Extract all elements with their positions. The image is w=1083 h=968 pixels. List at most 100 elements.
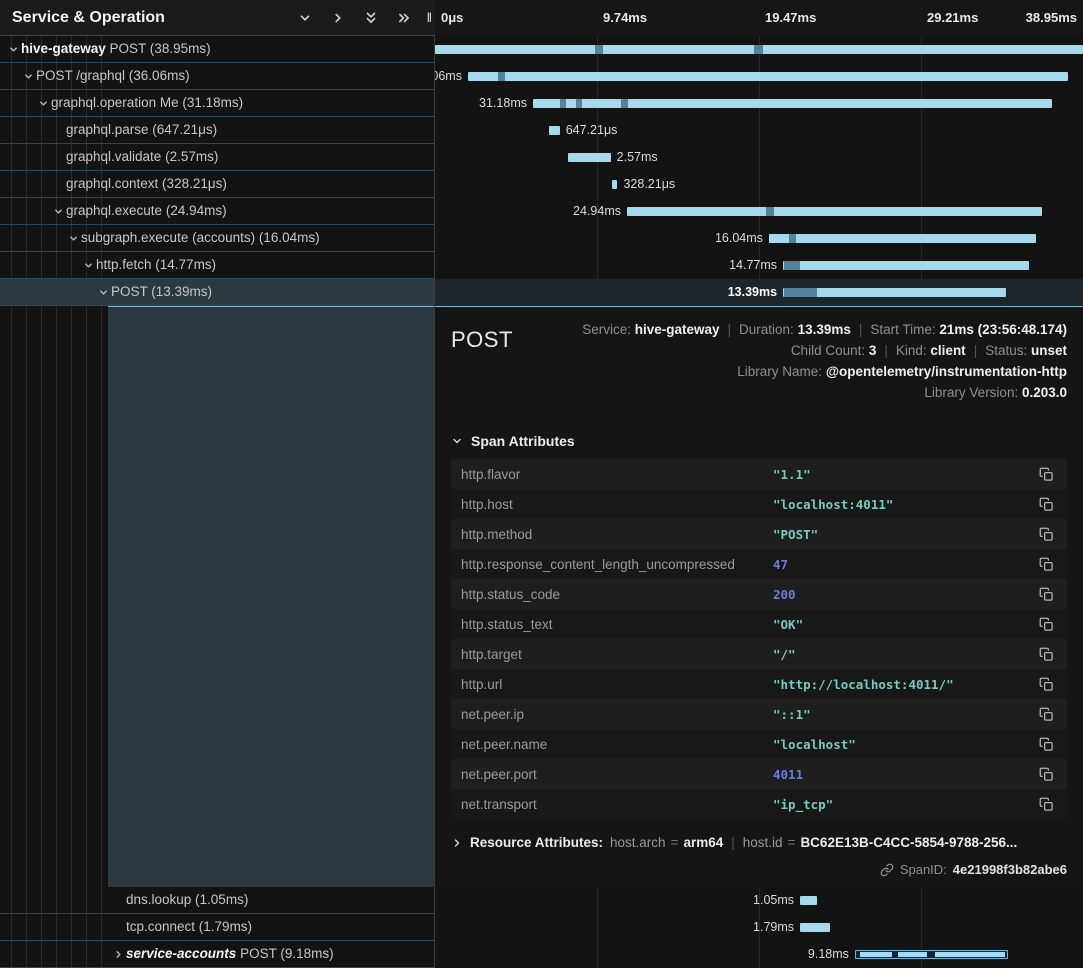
span-tree-cell[interactable]: subgraph.execute (accounts) (16.04ms)	[0, 225, 435, 252]
span-tree-cell[interactable]: graphql.operation Me (31.18ms)	[0, 90, 435, 117]
span-row[interactable]: graphql.execute (24.94ms)24.94ms	[0, 198, 1083, 225]
copy-button[interactable]	[1035, 613, 1057, 635]
copy-button[interactable]	[1035, 643, 1057, 665]
span-duration-bar[interactable]	[800, 923, 830, 932]
span-row[interactable]: service-accounts POST (9.18ms)9.18ms	[0, 941, 1083, 968]
resize-handle[interactable]: ‖	[427, 10, 435, 25]
span-bar-cell[interactable]: 2.57ms	[435, 144, 1083, 171]
double-chevron-right-icon[interactable]	[397, 11, 411, 25]
span-attributes-toggle[interactable]: Span Attributes	[451, 433, 1067, 449]
bar-segment	[860, 952, 892, 957]
span-row[interactable]: graphql.validate (2.57ms)2.57ms	[0, 144, 1083, 171]
chevron-down-icon[interactable]	[298, 11, 312, 25]
span-duration-bar[interactable]	[855, 950, 1008, 959]
span-bar-cell[interactable]: 9.18ms	[435, 941, 1083, 968]
copy-button[interactable]	[1035, 463, 1057, 485]
chevron-right-icon[interactable]	[113, 949, 124, 960]
span-bar-cell[interactable]: 13.39ms	[435, 279, 1083, 306]
chevron-down-icon[interactable]	[68, 233, 79, 244]
span-duration-bar[interactable]	[568, 153, 611, 162]
panel-title: Service & Operation	[0, 9, 298, 27]
span-tree-cell[interactable]: graphql.validate (2.57ms)	[0, 144, 435, 171]
attribute-value: "/"	[773, 647, 1035, 662]
span-duration-bar[interactable]	[783, 261, 1029, 270]
span-row[interactable]: POST /graphql (36.06ms)36.06ms	[0, 63, 1083, 90]
copy-button[interactable]	[1035, 763, 1057, 785]
chevron-right-icon[interactable]	[331, 11, 345, 25]
span-row[interactable]: graphql.parse (647.21μs)647.21μs	[0, 117, 1083, 144]
span-row[interactable]: tcp.connect (1.79ms)1.79ms	[0, 914, 1083, 941]
span-row[interactable]: POST (13.39ms)13.39ms	[0, 279, 1083, 306]
span-meta: Service: hive-gateway|Duration: 13.39ms|…	[582, 319, 1067, 403]
chevron-down-icon[interactable]	[53, 206, 64, 217]
meta-value: @opentelemetry/instrumentation-http	[826, 364, 1067, 379]
span-bar-cell[interactable]: 36.06ms	[435, 63, 1083, 90]
span-tree-cell[interactable]: graphql.parse (647.21μs)	[0, 117, 435, 144]
span-tree-cell[interactable]: graphql.execute (24.94ms)	[0, 198, 435, 225]
span-tree-cell[interactable]: dns.lookup (1.05ms)	[0, 887, 435, 914]
span-tree-cell[interactable]: hive-gateway POST (38.95ms)	[0, 36, 435, 63]
copy-button[interactable]	[1035, 673, 1057, 695]
span-label: dns.lookup (1.05ms)	[126, 892, 248, 907]
bar-mark	[754, 45, 762, 54]
span-tree-cell[interactable]: tcp.connect (1.79ms)	[0, 914, 435, 941]
span-row[interactable]: http.fetch (14.77ms) 14.77ms	[0, 252, 1083, 279]
resource-attributes-toggle[interactable]: Resource Attributes: host.arch=arm64|hos…	[451, 835, 1067, 850]
span-duration-bar[interactable]	[612, 180, 617, 189]
span-tree-cell[interactable]: service-accounts POST (9.18ms)	[0, 941, 435, 968]
chevron-down-icon[interactable]	[83, 260, 94, 271]
span-bar-cell[interactable]: 24.94ms	[435, 198, 1083, 225]
span-bar-cell[interactable]: 16.04ms	[435, 225, 1083, 252]
copy-button[interactable]	[1035, 583, 1057, 605]
span-row[interactable]: graphql.context (328.21μs)328.21μs	[0, 171, 1083, 198]
span-duration-bar[interactable]	[800, 896, 817, 905]
chevron-down-icon[interactable]	[98, 287, 109, 298]
span-duration-bar[interactable]	[435, 45, 1083, 54]
span-bar-cell[interactable]	[435, 36, 1083, 63]
attribute-value: "::1"	[773, 707, 1035, 722]
meta-key: Library Name:	[737, 364, 826, 379]
span-row[interactable]: dns.lookup (1.05ms) 1.05ms	[0, 887, 1083, 914]
chevron-down-icon[interactable]	[23, 71, 34, 82]
span-id-label: SpanID:	[900, 862, 947, 877]
span-bar-cell[interactable]: 328.21μs	[435, 171, 1083, 198]
span-bar-cell[interactable]: 14.77ms	[435, 252, 1083, 279]
link-icon[interactable]	[880, 863, 894, 877]
chevron-down-icon[interactable]	[8, 44, 19, 55]
span-bar-cell[interactable]: 31.18ms	[435, 90, 1083, 117]
span-tree-cell[interactable]: graphql.context (328.21μs)	[0, 171, 435, 198]
span-row[interactable]: subgraph.execute (accounts) (16.04ms)16.…	[0, 225, 1083, 252]
span-row[interactable]: hive-gateway POST (38.95ms)	[0, 36, 1083, 63]
span-bar-cell[interactable]: 1.05ms	[435, 887, 1083, 914]
attribute-key: net.peer.name	[461, 737, 773, 752]
copy-button[interactable]	[1035, 553, 1057, 575]
span-duration-bar[interactable]	[769, 234, 1036, 243]
attribute-value: 4011	[773, 767, 1035, 782]
bar-mark	[789, 234, 796, 243]
span-row[interactable]: graphql.operation Me (31.18ms)31.18ms	[0, 90, 1083, 117]
span-bar-cell[interactable]: 1.79ms	[435, 914, 1083, 941]
span-tree-cell[interactable]: POST (13.39ms)	[0, 279, 435, 306]
span-tree-cell[interactable]: POST /graphql (36.06ms)	[0, 63, 435, 90]
span-duration-bar[interactable]	[783, 288, 1006, 297]
indent-guide-line	[101, 306, 102, 887]
attribute-value: "ip_tcp"	[773, 797, 1035, 812]
span-duration-bar[interactable]	[468, 72, 1068, 81]
attribute-row: net.peer.name"localhost"	[451, 729, 1067, 759]
copy-button[interactable]	[1035, 703, 1057, 725]
copy-button[interactable]	[1035, 523, 1057, 545]
copy-button[interactable]	[1035, 493, 1057, 515]
chevron-down-icon[interactable]	[38, 98, 49, 109]
bar-mark	[621, 99, 628, 108]
copy-button[interactable]	[1035, 793, 1057, 815]
span-duration-bar[interactable]	[549, 126, 560, 135]
span-duration-bar[interactable]	[533, 99, 1052, 108]
panel-divider[interactable]	[434, 0, 435, 968]
tree-header: Service & Operation ‖	[0, 0, 435, 36]
span-duration-bar[interactable]	[627, 207, 1042, 216]
double-chevron-down-icon[interactable]	[364, 11, 378, 25]
span-duration-label: 14.77ms	[729, 258, 777, 272]
copy-button[interactable]	[1035, 733, 1057, 755]
span-tree-cell[interactable]: http.fetch (14.77ms)	[0, 252, 435, 279]
span-bar-cell[interactable]: 647.21μs	[435, 117, 1083, 144]
